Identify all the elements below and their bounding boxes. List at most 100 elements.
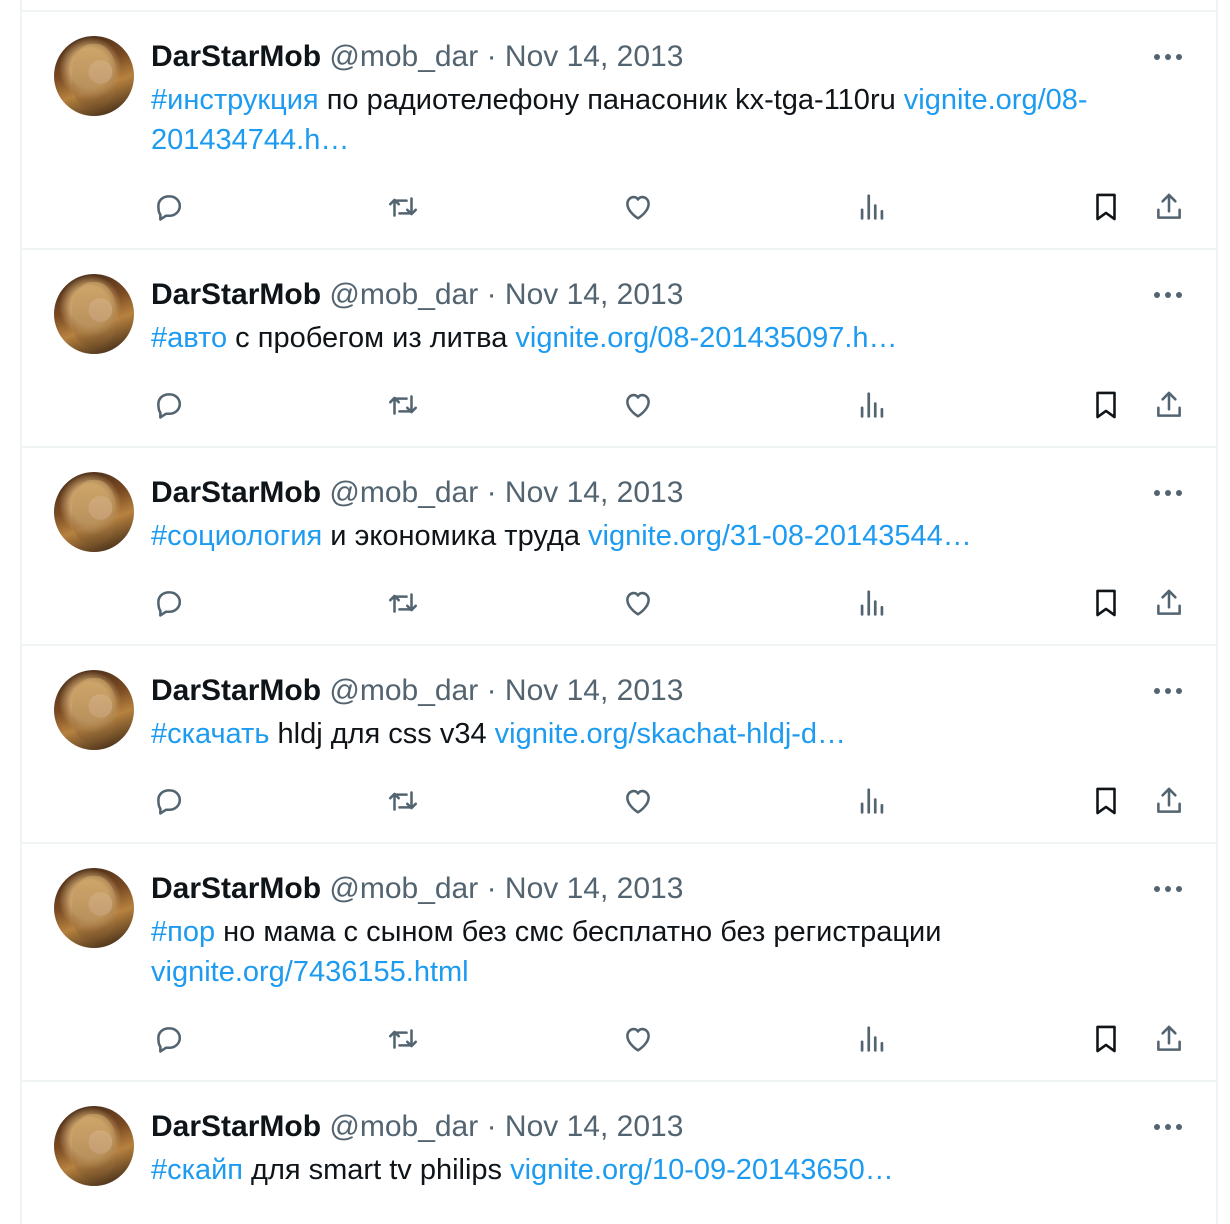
tweet[interactable]: DarStarMob @mob_dar · Nov 14, 2013 #соци… (22, 446, 1216, 646)
views-button[interactable] (852, 1019, 892, 1059)
tweet-header: DarStarMob @mob_dar · Nov 14, 2013 (151, 37, 683, 77)
author-name[interactable]: DarStarMob (151, 40, 321, 73)
url-link[interactable]: vignite.org/31-08-20143544… (588, 520, 972, 552)
reply-icon (157, 591, 182, 617)
avatar[interactable] (54, 274, 134, 354)
like-button[interactable] (618, 187, 658, 227)
hashtag-link[interactable]: #скачать (151, 718, 269, 750)
avatar[interactable] (54, 472, 134, 552)
tweet[interactable]: DarStarMob @mob_dar · Nov 14, 2013 #авто… (22, 248, 1216, 448)
like-button[interactable] (618, 385, 658, 425)
url-link[interactable]: vignite.org/7436155.html (151, 956, 469, 988)
bookmark-button[interactable] (1086, 1019, 1126, 1059)
bookmark-icon (1096, 1025, 1116, 1053)
bookmark-button[interactable] (1086, 385, 1126, 425)
avatar[interactable] (54, 670, 134, 750)
tweet[interactable]: DarStarMob @mob_dar · Nov 14, 2013 #скач… (22, 644, 1216, 844)
reply-button[interactable] (149, 781, 189, 821)
author-handle[interactable]: @mob_dar (329, 1110, 478, 1143)
hashtag-link[interactable]: #скайп (151, 1154, 243, 1186)
like-button[interactable] (618, 583, 658, 623)
url-link[interactable]: vignite.org/10-09-20143650… (510, 1154, 894, 1186)
more-options-button[interactable] (1150, 278, 1186, 312)
views-icon (860, 194, 884, 220)
share-button[interactable] (1149, 583, 1189, 623)
tweet-date[interactable]: Nov 14, 2013 (505, 278, 683, 311)
more-options-button[interactable] (1150, 872, 1186, 906)
separator-dot: · (486, 1110, 497, 1143)
share-button[interactable] (1149, 385, 1189, 425)
share-button[interactable] (1149, 781, 1189, 821)
author-handle[interactable]: @mob_dar (329, 476, 478, 509)
url-link[interactable]: vignite.org/08-201435097.h… (515, 322, 897, 354)
retweet-button[interactable] (383, 385, 423, 425)
share-icon (1157, 391, 1181, 417)
views-icon (860, 590, 884, 616)
retweet-button[interactable] (383, 781, 423, 821)
hashtag-link[interactable]: #социология (151, 520, 322, 552)
tweet-date[interactable]: Nov 14, 2013 (505, 476, 683, 509)
author-name[interactable]: DarStarMob (151, 1110, 321, 1143)
retweet-button[interactable] (383, 187, 423, 227)
reply-button[interactable] (149, 187, 189, 227)
tweet[interactable]: DarStarMob @mob_dar · Nov 14, 2013 #скай… (22, 1080, 1216, 1224)
avatar[interactable] (54, 1106, 134, 1186)
like-icon (626, 195, 650, 220)
tweet-date[interactable]: Nov 14, 2013 (505, 674, 683, 707)
timeline-feed: DarStarMob @mob_dar · Nov 14, 2013 #инст… (20, 0, 1218, 1224)
views-button[interactable] (852, 187, 892, 227)
more-options-button[interactable] (1150, 1110, 1186, 1144)
author-handle[interactable]: @mob_dar (329, 674, 478, 707)
views-button[interactable] (852, 583, 892, 623)
bookmark-button[interactable] (1086, 781, 1126, 821)
retweet-button[interactable] (383, 583, 423, 623)
author-handle[interactable]: @mob_dar (329, 40, 478, 73)
tweet-date[interactable]: Nov 14, 2013 (505, 40, 683, 73)
tweet-date[interactable]: Nov 14, 2013 (505, 872, 683, 905)
reply-button[interactable] (149, 1019, 189, 1059)
more-horizontal-icon (1154, 688, 1182, 694)
tweet-text: #скачать hldj для css v34 vignite.org/sk… (151, 714, 1181, 754)
reply-icon (157, 393, 182, 419)
author-handle[interactable]: @mob_dar (329, 872, 478, 905)
like-icon (626, 393, 650, 418)
like-button[interactable] (618, 781, 658, 821)
tweet-text: #авто с пробегом из литва vignite.org/08… (151, 318, 1181, 358)
more-options-button[interactable] (1150, 40, 1186, 74)
more-options-button[interactable] (1150, 674, 1186, 708)
views-button[interactable] (852, 781, 892, 821)
hashtag-link[interactable]: #инструкция (151, 84, 319, 116)
tweet-text: #скайп для smart tv philips vignite.org/… (151, 1150, 1181, 1190)
author-name[interactable]: DarStarMob (151, 674, 321, 707)
url-link[interactable]: vignite.org/skachat-hldj-d… (495, 718, 846, 750)
bookmark-icon (1096, 589, 1116, 617)
views-button[interactable] (852, 385, 892, 425)
bookmark-button[interactable] (1086, 187, 1126, 227)
more-options-button[interactable] (1150, 476, 1186, 510)
author-name[interactable]: DarStarMob (151, 872, 321, 905)
tweet-date[interactable]: Nov 14, 2013 (505, 1110, 683, 1143)
more-horizontal-icon (1154, 54, 1182, 60)
avatar[interactable] (54, 868, 134, 948)
tweet-text: #пор но мама с сыном без смс бесплатно б… (151, 912, 1181, 992)
retweet-button[interactable] (383, 1019, 423, 1059)
tweet[interactable]: DarStarMob @mob_dar · Nov 14, 2013 #инст… (22, 10, 1216, 250)
tweet-body: с пробегом из литва (227, 322, 516, 354)
hashtag-link[interactable]: #пор (151, 916, 215, 948)
reply-icon (157, 195, 182, 221)
retweet-icon (388, 791, 418, 811)
tweet[interactable]: DarStarMob @mob_dar · Nov 14, 2013 #пор … (22, 842, 1216, 1082)
author-name[interactable]: DarStarMob (151, 476, 321, 509)
like-button[interactable] (618, 1019, 658, 1059)
author-handle[interactable]: @mob_dar (329, 278, 478, 311)
share-button[interactable] (1149, 187, 1189, 227)
bookmark-button[interactable] (1086, 583, 1126, 623)
author-name[interactable]: DarStarMob (151, 278, 321, 311)
share-button[interactable] (1149, 1019, 1189, 1059)
tweet-header: DarStarMob @mob_dar · Nov 14, 2013 (151, 473, 683, 513)
hashtag-link[interactable]: #авто (151, 322, 227, 354)
avatar[interactable] (54, 36, 134, 116)
reply-button[interactable] (149, 583, 189, 623)
reply-icon (157, 789, 182, 815)
reply-button[interactable] (149, 385, 189, 425)
